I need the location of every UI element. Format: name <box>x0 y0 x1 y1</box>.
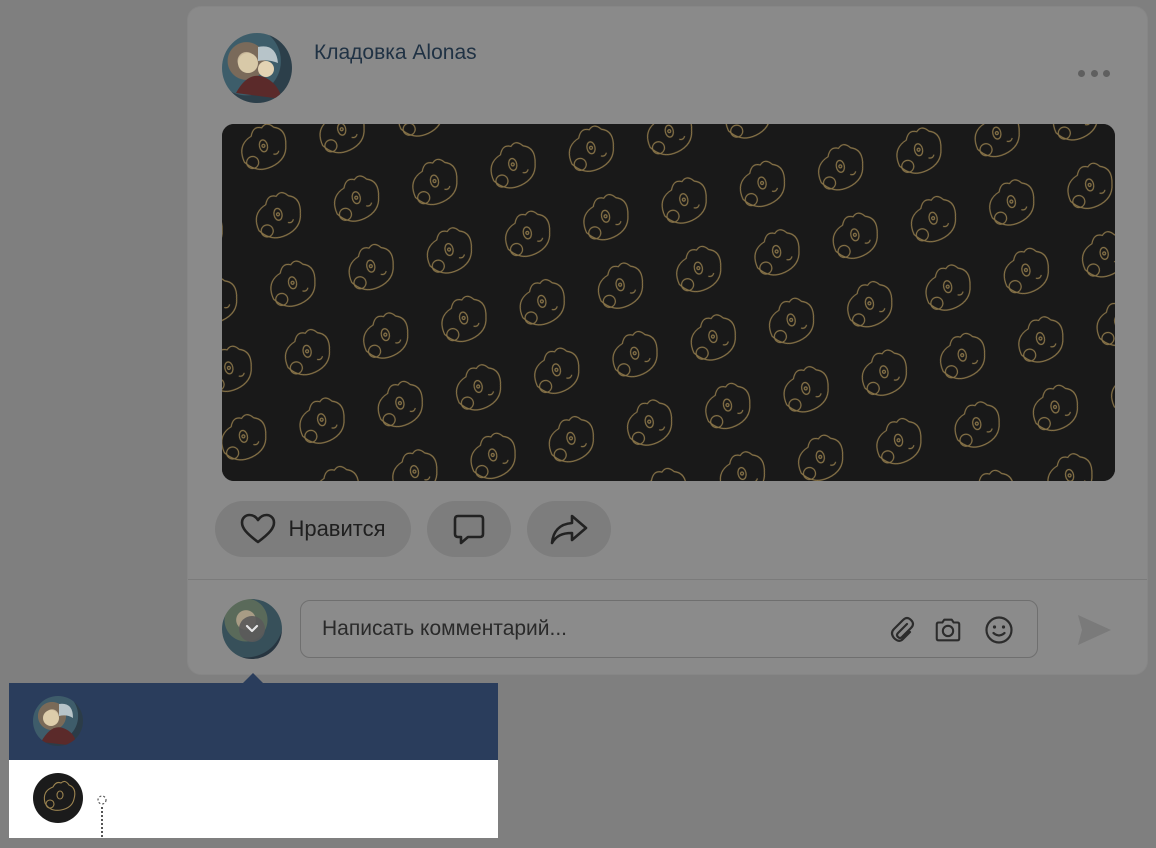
switcher-item-community[interactable] <box>9 760 498 839</box>
community-avatar <box>33 773 83 823</box>
dropdown-caret <box>243 673 263 683</box>
smile-icon[interactable] <box>984 615 1014 645</box>
share-button[interactable] <box>527 501 611 557</box>
comment-input[interactable] <box>301 601 861 657</box>
chevron-down-icon <box>239 616 265 642</box>
personal-avatar <box>33 696 83 746</box>
author-avatar[interactable] <box>222 33 292 103</box>
divider <box>188 579 1147 580</box>
heart-icon <box>241 513 276 544</box>
more-options-icon[interactable] <box>1078 63 1110 83</box>
like-button[interactable]: Нравится <box>215 501 411 557</box>
author-switcher-dropdown <box>9 683 498 839</box>
comment-button[interactable] <box>427 501 511 557</box>
switcher-item-personal[interactable] <box>9 683 498 760</box>
comment-field <box>300 600 1038 658</box>
loading-indicator <box>97 795 107 839</box>
like-label: Нравится <box>288 516 386 541</box>
post-image[interactable] <box>222 124 1115 481</box>
post-actions: Нравится <box>215 501 611 559</box>
share-arrow-icon <box>550 514 588 545</box>
comment-as-avatar[interactable] <box>222 599 282 659</box>
author-name[interactable]: Кладовка Alonas <box>314 41 477 65</box>
paperclip-icon[interactable] <box>887 615 917 645</box>
post-card: Кладовка Alonas Нравится Написать коммен… <box>187 6 1148 675</box>
send-icon[interactable] <box>1074 610 1114 650</box>
camera-icon[interactable] <box>933 615 963 645</box>
comment-icon <box>453 514 485 545</box>
